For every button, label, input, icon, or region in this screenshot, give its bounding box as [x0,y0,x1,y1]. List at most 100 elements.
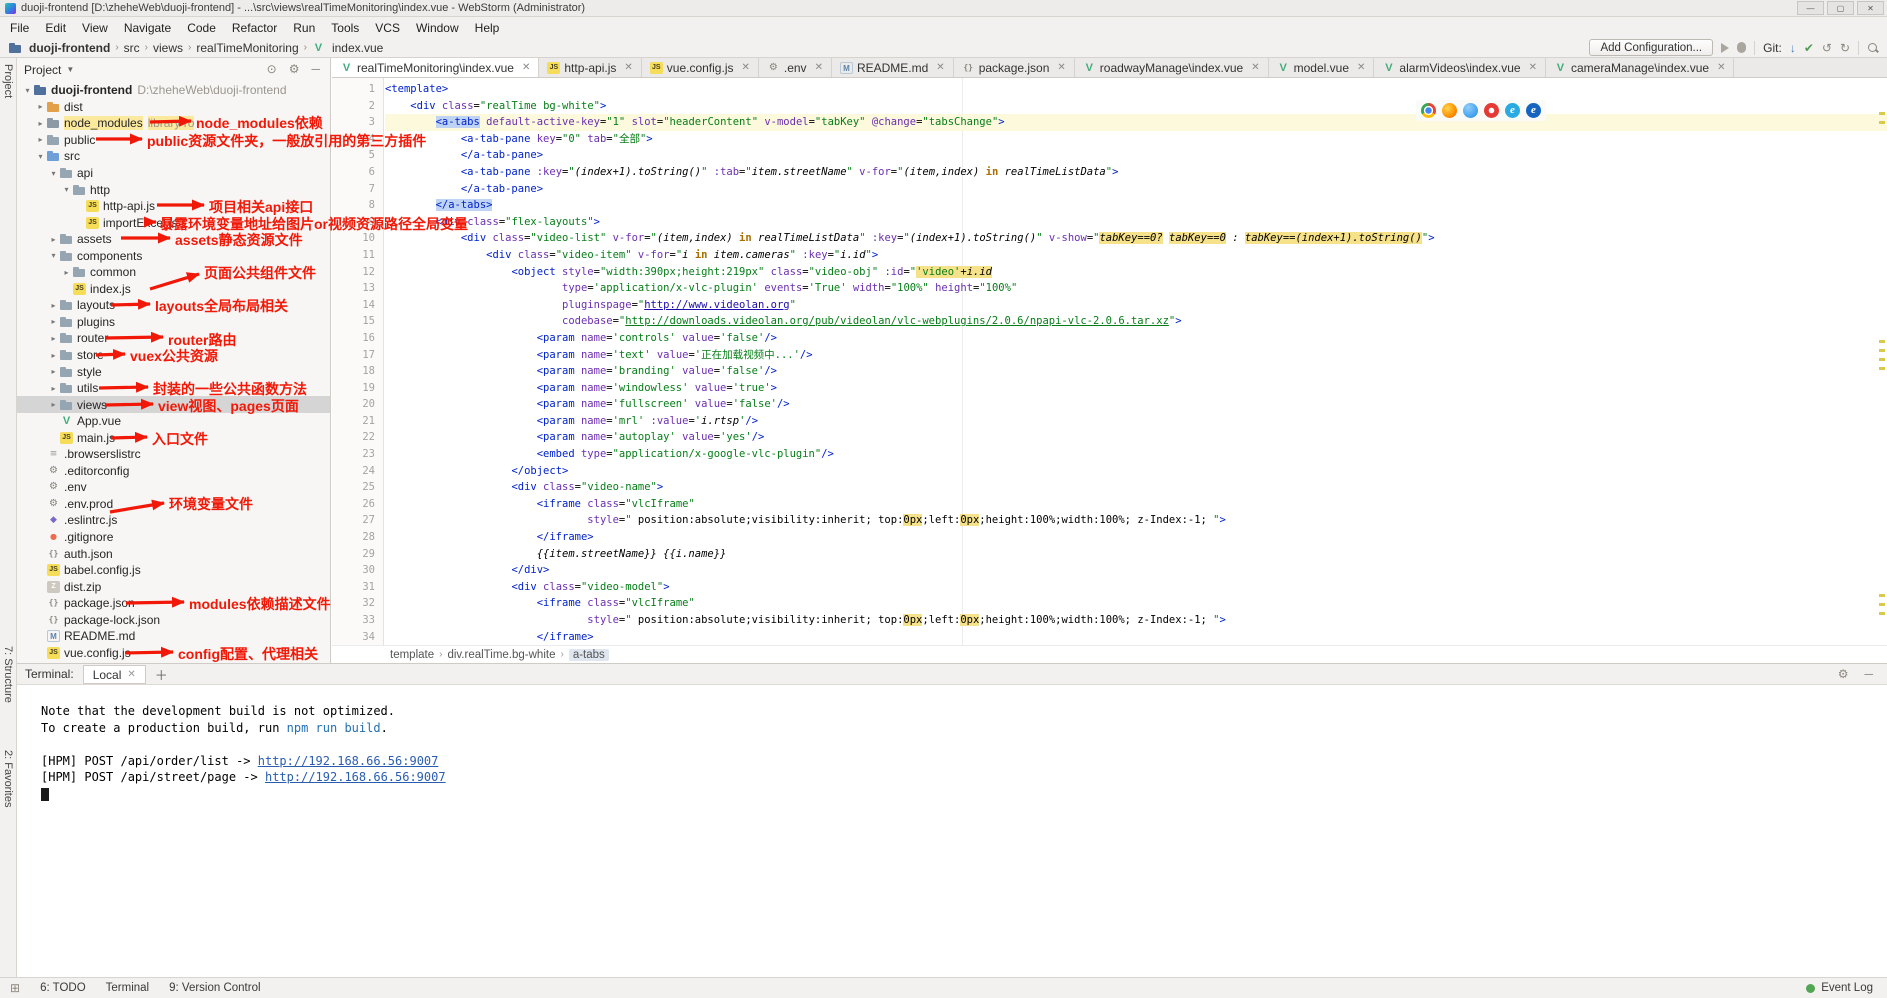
gear-icon[interactable]: ⚙ [289,63,300,75]
close-tab-icon[interactable]: ✕ [741,62,749,73]
add-configuration-button[interactable]: Add Configuration... [1589,39,1713,56]
status-9-version-control[interactable]: 9: Version Control [169,982,260,994]
minimize-panel-icon[interactable]: ─ [1864,668,1873,680]
editor-breadcrumb-a-tabs[interactable]: a-tabs [569,649,609,661]
editor-code-area[interactable]: <template> <div class="realTime bg-white… [385,78,1887,645]
chevron-right-icon[interactable]: ▸ [34,102,47,111]
close-button[interactable]: ✕ [1857,1,1884,15]
close-tab-icon[interactable]: ✕ [1717,62,1725,73]
locate-file-icon[interactable]: ⊙ [267,63,277,75]
tree-item-views[interactable]: ▸views [17,396,330,413]
menu-tools[interactable]: Tools [323,19,367,37]
tree-item-App.vue[interactable]: VApp.vue [17,413,330,430]
tree-item-src[interactable]: ▾src [17,148,330,165]
git-update-icon[interactable]: ↓ [1790,42,1796,54]
debug-icon[interactable] [1737,42,1746,53]
tree-item-README.md[interactable]: MREADME.md [17,628,330,645]
chevron-down-icon[interactable]: ▾ [34,152,47,161]
tree-item-main.js[interactable]: JSmain.js [17,429,330,446]
git-commit-icon[interactable]: ✔ [1804,42,1814,54]
tree-item-router[interactable]: ▸router [17,330,330,347]
tree-item-http-api.js[interactable]: JShttp-api.js [17,198,330,215]
editor-tab-cameraManage\index.vue[interactable]: VcameraManage\index.vue✕ [1546,58,1734,77]
safari-icon[interactable] [1463,103,1478,118]
chevron-right-icon[interactable]: ▸ [47,235,60,244]
tree-item-dist.zip[interactable]: Zdist.zip [17,578,330,595]
menu-code[interactable]: Code [179,19,224,37]
minimize-button[interactable]: — [1797,1,1824,15]
opera-icon[interactable] [1484,103,1499,118]
toolwindow-structure-button[interactable]: 7: Structure [2,646,14,703]
chevron-right-icon[interactable]: ▸ [47,301,60,310]
tree-item-node_modules[interactable]: ▸node_modules library ro [17,115,330,132]
tree-item-.browserslistrc[interactable]: ≡.browserslistrc [17,446,330,463]
close-tab-icon[interactable]: ✕ [1529,62,1537,73]
editor-breadcrumb-template[interactable]: template [390,649,434,661]
status-6-todo[interactable]: 6: TODO [40,982,86,994]
tree-item-package.json[interactable]: {}package.json [17,595,330,612]
chevron-down-icon[interactable]: ▾ [47,169,60,178]
tree-item-.editorconfig[interactable]: ⚙.editorconfig [17,463,330,480]
menu-file[interactable]: File [2,19,37,37]
toolwindow-switcher-icon[interactable]: ⊞ [10,981,20,995]
tree-item-package-lock.json[interactable]: {}package-lock.json [17,612,330,629]
chevron-down-icon[interactable]: ▾ [60,185,73,194]
tree-item-store[interactable]: ▸store [17,347,330,364]
editor-tab-.env[interactable]: ⚙.env✕ [759,58,832,77]
chrome-icon[interactable] [1421,103,1436,118]
tree-item-components[interactable]: ▾components [17,247,330,264]
menu-edit[interactable]: Edit [37,19,74,37]
menu-view[interactable]: View [74,19,116,37]
tree-item-.eslintrc.js[interactable]: ◆.eslintrc.js [17,512,330,529]
terminal-tab-local[interactable]: Local ✕ [83,665,146,684]
editor-tab-realTimeMonitoring\index.vue[interactable]: VrealTimeMonitoring\index.vue✕ [332,58,539,77]
tree-item-.env.prod[interactable]: ⚙.env.prod [17,496,330,513]
search-everywhere-icon[interactable] [1867,42,1879,54]
close-tab-icon[interactable]: ✕ [936,62,944,73]
toolwindow-favorites-button[interactable]: 2: Favorites [2,750,14,807]
toolwindow-project-button[interactable]: Project [2,64,14,98]
menu-refactor[interactable]: Refactor [224,19,285,37]
new-terminal-icon[interactable]: ＋ [155,665,168,684]
editor-tab-model.vue[interactable]: Vmodel.vue✕ [1269,58,1375,77]
terminal-output[interactable]: Note that the development build is not o… [17,685,1887,977]
event-log-button[interactable]: Event Log [1821,982,1873,994]
chevron-down-icon[interactable]: ▾ [21,86,34,95]
menu-navigate[interactable]: Navigate [116,19,179,37]
menu-window[interactable]: Window [408,19,467,37]
close-icon[interactable]: ✕ [127,669,135,680]
menu-vcs[interactable]: VCS [367,19,408,37]
editor-breadcrumb-div.realTime.bg-white[interactable]: div.realTime.bg-white [447,649,555,661]
chevron-right-icon[interactable]: ▸ [47,351,60,360]
ie-icon[interactable] [1505,103,1520,118]
close-tab-icon[interactable]: ✕ [1357,62,1365,73]
tree-item-.gitignore[interactable]: ●.gitignore [17,529,330,546]
chevron-right-icon[interactable]: ▸ [47,334,60,343]
editor-tab-roadwayManage\index.vue[interactable]: VroadwayManage\index.vue✕ [1075,58,1269,77]
chevron-right-icon[interactable]: ▸ [47,400,60,409]
chevron-right-icon[interactable]: ▸ [47,367,60,376]
maximize-button[interactable]: ▢ [1827,1,1854,15]
editor-tab-README.md[interactable]: MREADME.md✕ [832,58,954,77]
tree-item-api[interactable]: ▾api [17,165,330,182]
menu-run[interactable]: Run [285,19,323,37]
tree-item-index.js[interactable]: JSindex.js [17,281,330,298]
firefox-icon[interactable] [1442,103,1457,118]
chevron-down-icon[interactable]: ▾ [47,251,60,260]
chevron-right-icon[interactable]: ▸ [34,119,47,128]
tree-item-auth.json[interactable]: {}auth.json [17,545,330,562]
chevron-right-icon[interactable]: ▸ [60,268,73,277]
tree-item-importExcel.js[interactable]: JSimportExcel.js [17,214,330,231]
git-revert-icon[interactable]: ↺ [1822,42,1832,54]
breadcrumb-views[interactable]: views [152,41,184,55]
status-terminal[interactable]: Terminal [106,982,149,994]
close-tab-icon[interactable]: ✕ [1251,62,1259,73]
tree-item-common[interactable]: ▸common [17,264,330,281]
editor-tab-http-api.js[interactable]: JShttp-api.js✕ [539,58,641,77]
edge-icon[interactable] [1526,103,1541,118]
tree-item-.env[interactable]: ⚙.env [17,479,330,496]
gear-icon[interactable]: ⚙ [1838,668,1849,680]
tree-item-layouts[interactable]: ▸layouts [17,297,330,314]
run-icon[interactable] [1721,43,1729,53]
tree-item-dist[interactable]: ▸dist [17,99,330,116]
